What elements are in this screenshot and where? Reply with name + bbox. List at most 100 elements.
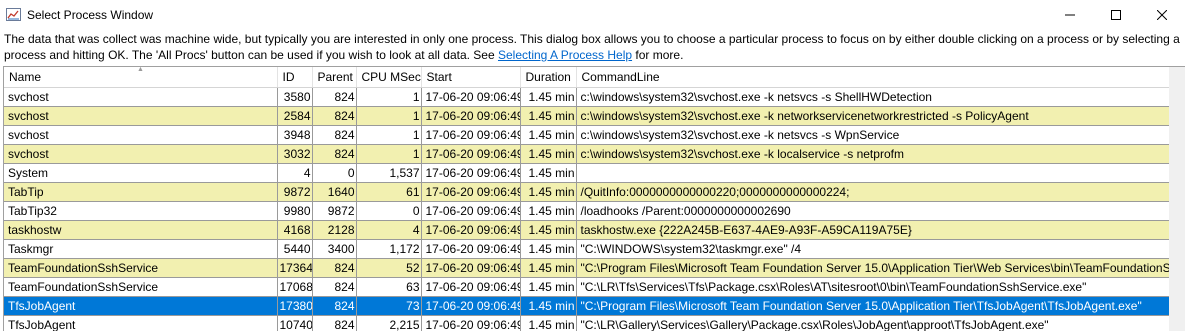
maximize-button[interactable]	[1093, 0, 1139, 30]
commandline-cell: /QuitInfo:0000000000000220;0000000000000…	[576, 183, 1170, 202]
duration-cell: 1.45 min	[520, 183, 576, 202]
process-grid: Name▲ ID Parent CPU MSec Start Duration …	[3, 66, 1170, 331]
process-row[interactable]: Taskmgr544034001,17217-06-20 09:06:491.4…	[4, 240, 1170, 259]
close-button[interactable]	[1139, 0, 1185, 30]
name-cell: svchost	[4, 88, 277, 107]
start-cell: 17-06-20 09:06:49	[421, 164, 520, 183]
start-cell: 17-06-20 09:06:49	[421, 202, 520, 221]
cpu-cell: 1,537	[356, 164, 421, 183]
start-cell: 17-06-20 09:06:49	[421, 259, 520, 278]
duration-cell: 1.45 min	[520, 221, 576, 240]
duration-cell: 1.45 min	[520, 107, 576, 126]
id-cell: 17364	[277, 259, 312, 278]
parent-cell: 824	[312, 107, 356, 126]
id-cell: 4	[277, 164, 312, 183]
title-bar: Select Process Window	[0, 0, 1185, 30]
duration-cell: 1.45 min	[520, 259, 576, 278]
id-cell: 3580	[277, 88, 312, 107]
start-cell: 17-06-20 09:06:49	[421, 126, 520, 145]
process-row[interactable]: svchost3032824117-06-20 09:06:491.45 min…	[4, 145, 1170, 164]
commandline-cell: "C:\LR\Tfs\Services\Tfs\Package.csx\Role…	[576, 278, 1170, 297]
parent-cell: 824	[312, 88, 356, 107]
parent-cell: 3400	[312, 240, 356, 259]
process-row[interactable]: TeamFoundationSshService173648245217-06-…	[4, 259, 1170, 278]
parent-cell: 1640	[312, 183, 356, 202]
start-cell: 17-06-20 09:06:49	[421, 316, 520, 331]
commandline-cell: "C:\LR\Gallery\Services\Gallery\Package.…	[576, 316, 1170, 331]
column-header-start[interactable]: Start	[421, 67, 520, 88]
commandline-cell	[576, 164, 1170, 183]
start-cell: 17-06-20 09:06:49	[421, 297, 520, 316]
id-cell: 4168	[277, 221, 312, 240]
name-cell: TeamFoundationSshService	[4, 259, 277, 278]
duration-cell: 1.45 min	[520, 88, 576, 107]
duration-cell: 1.45 min	[520, 240, 576, 259]
commandline-cell: c:\windows\system32\svchost.exe -k netwo…	[576, 107, 1170, 126]
process-row[interactable]: TabTip987216406117-06-20 09:06:491.45 mi…	[4, 183, 1170, 202]
cpu-cell: 4	[356, 221, 421, 240]
start-cell: 17-06-20 09:06:49	[421, 183, 520, 202]
process-row[interactable]: svchost3580824117-06-20 09:06:491.45 min…	[4, 88, 1170, 107]
name-cell: Taskmgr	[4, 240, 277, 259]
process-row[interactable]: TeamFoundationSshService170688246317-06-…	[4, 278, 1170, 297]
column-header-commandline[interactable]: CommandLine	[576, 67, 1170, 88]
column-header-cpu[interactable]: CPU MSec	[356, 67, 421, 88]
cpu-cell: 0	[356, 202, 421, 221]
commandline-cell: "C:\WINDOWS\system32\taskmgr.exe" /4	[576, 240, 1170, 259]
column-header-duration[interactable]: Duration	[520, 67, 576, 88]
cpu-cell: 63	[356, 278, 421, 297]
duration-cell: 1.45 min	[520, 202, 576, 221]
column-header-name[interactable]: Name▲	[4, 67, 277, 88]
duration-cell: 1.45 min	[520, 145, 576, 164]
process-row[interactable]: TfsJobAgent173808247317-06-20 09:06:491.…	[4, 297, 1170, 316]
name-cell: TfsJobAgent	[4, 297, 277, 316]
info-text: The data that was collect was machine wi…	[4, 31, 1181, 63]
column-header-id[interactable]: ID	[277, 67, 312, 88]
sort-arrow-icon: ▲	[137, 67, 144, 73]
minimize-button[interactable]	[1047, 0, 1093, 30]
window-title: Select Process Window	[27, 8, 153, 22]
name-cell: TabTip32	[4, 202, 277, 221]
id-cell: 3948	[277, 126, 312, 145]
id-cell: 17068	[277, 278, 312, 297]
minimize-icon	[1065, 10, 1075, 20]
process-row[interactable]: TabTip3299809872017-06-20 09:06:491.45 m…	[4, 202, 1170, 221]
duration-cell: 1.45 min	[520, 164, 576, 183]
parent-cell: 9872	[312, 202, 356, 221]
process-row[interactable]: TfsJobAgent107408242,21517-06-20 09:06:4…	[4, 316, 1170, 331]
id-cell: 5440	[277, 240, 312, 259]
parent-cell: 824	[312, 297, 356, 316]
info-text-after: for more.	[632, 48, 683, 62]
start-cell: 17-06-20 09:06:49	[421, 145, 520, 164]
id-cell: 3032	[277, 145, 312, 164]
name-cell: svchost	[4, 107, 277, 126]
column-header-parent[interactable]: Parent	[312, 67, 356, 88]
commandline-cell: c:\windows\system32\svchost.exe -k netsv…	[576, 88, 1170, 107]
name-cell: TabTip	[4, 183, 277, 202]
name-cell: System	[4, 164, 277, 183]
maximize-icon	[1111, 10, 1121, 20]
chart-app-icon	[6, 8, 21, 21]
duration-cell: 1.45 min	[520, 278, 576, 297]
parent-cell: 824	[312, 316, 356, 331]
start-cell: 17-06-20 09:06:49	[421, 88, 520, 107]
commandline-cell: "C:\Program Files\Microsoft Team Foundat…	[576, 297, 1170, 316]
name-cell: TeamFoundationSshService	[4, 278, 277, 297]
parent-cell: 824	[312, 126, 356, 145]
process-row[interactable]: svchost3948824117-06-20 09:06:491.45 min…	[4, 126, 1170, 145]
duration-cell: 1.45 min	[520, 316, 576, 331]
parent-cell: 824	[312, 145, 356, 164]
process-row[interactable]: svchost2584824117-06-20 09:06:491.45 min…	[4, 107, 1170, 126]
process-row[interactable]: System401,53717-06-20 09:06:491.45 min	[4, 164, 1170, 183]
cpu-cell: 61	[356, 183, 421, 202]
start-cell: 17-06-20 09:06:49	[421, 107, 520, 126]
duration-cell: 1.45 min	[520, 297, 576, 316]
commandline-cell: "C:\Program Files\Microsoft Team Foundat…	[576, 259, 1170, 278]
id-cell: 10740	[277, 316, 312, 331]
vertical-scrollbar[interactable]	[1169, 66, 1185, 331]
process-row[interactable]: taskhostw41682128417-06-20 09:06:491.45 …	[4, 221, 1170, 240]
id-cell: 17380	[277, 297, 312, 316]
start-cell: 17-06-20 09:06:49	[421, 240, 520, 259]
process-help-link[interactable]: Selecting A Process Help	[498, 48, 632, 62]
start-cell: 17-06-20 09:06:49	[421, 221, 520, 240]
